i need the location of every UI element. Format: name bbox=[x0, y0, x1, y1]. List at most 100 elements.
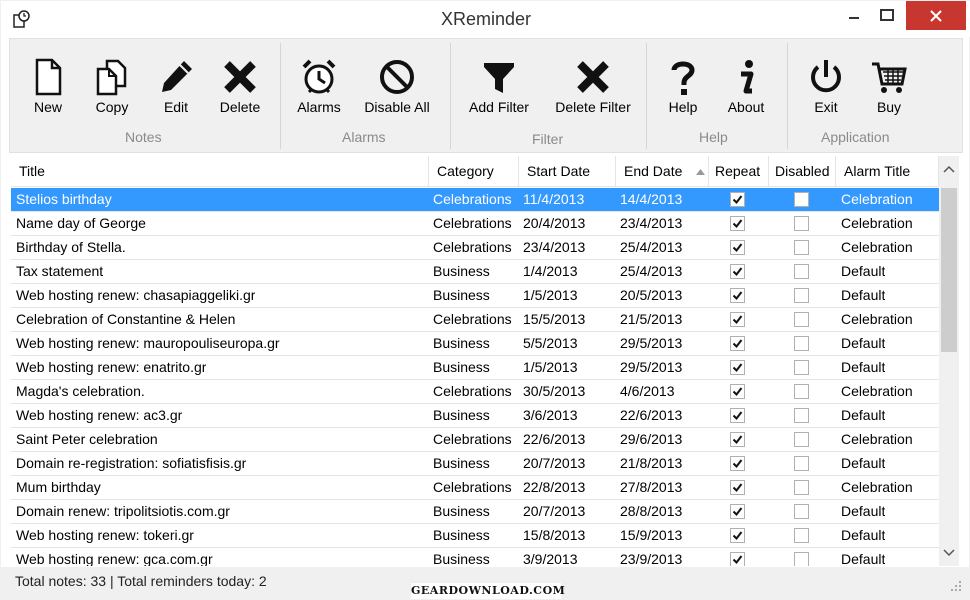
copy-button[interactable]: Copy bbox=[92, 57, 132, 115]
repeat-checkbox[interactable] bbox=[730, 264, 745, 279]
close-icon bbox=[930, 9, 942, 22]
repeat-checkbox[interactable] bbox=[730, 480, 745, 495]
disabled-checkbox[interactable] bbox=[794, 528, 809, 543]
alarms-button[interactable]: Alarms bbox=[294, 57, 344, 115]
table-row[interactable]: Mum birthday Celebrations 22/8/2013 27/8/20… bbox=[11, 476, 939, 500]
table-row[interactable]: Web hosting renew: enatrito.gr Business 1/… bbox=[11, 356, 939, 380]
cell-title: Magda's celebration. bbox=[16, 383, 145, 399]
notes-grid[interactable]: Title Category Start Date End Date Repea… bbox=[9, 156, 963, 566]
repeat-checkbox[interactable] bbox=[730, 216, 745, 231]
maximize-button[interactable] bbox=[871, 1, 903, 29]
add-filter-button[interactable]: Add Filter bbox=[466, 57, 532, 115]
column-header-category[interactable]: Category bbox=[429, 156, 519, 187]
new-button[interactable]: New bbox=[28, 57, 68, 115]
disabled-checkbox[interactable] bbox=[794, 432, 809, 447]
disabled-checkbox[interactable] bbox=[794, 408, 809, 423]
table-row[interactable]: Domain renew: tripolitsiotis.com.gr Busin… bbox=[11, 500, 939, 524]
table-row[interactable]: Name day of George Celebrations 20/4/2013 2… bbox=[11, 212, 939, 236]
repeat-checkbox[interactable] bbox=[730, 456, 745, 471]
table-row[interactable]: Web hosting renew: ac3.gr Business 3/6/201… bbox=[11, 404, 939, 428]
table-row[interactable]: Celebration of Constantine & Helen Celebr… bbox=[11, 308, 939, 332]
repeat-checkbox[interactable] bbox=[730, 312, 745, 327]
disabled-checkbox[interactable] bbox=[794, 288, 809, 303]
column-header-end-date[interactable]: End Date bbox=[616, 156, 709, 187]
table-row[interactable]: Saint Peter celebration Celebrations 22/6/… bbox=[11, 428, 939, 452]
edit-button[interactable]: Edit bbox=[156, 57, 196, 115]
disabled-checkbox[interactable] bbox=[794, 504, 809, 519]
cell-alarm: Celebration bbox=[841, 479, 913, 495]
checkmark-icon bbox=[732, 339, 743, 349]
table-row[interactable]: Web hosting renew: chasapiaggeliki.gr Bus… bbox=[11, 284, 939, 308]
repeat-checkbox[interactable] bbox=[730, 240, 745, 255]
disabled-checkbox[interactable] bbox=[794, 360, 809, 375]
cell-end: 29/6/2013 bbox=[620, 431, 683, 447]
minimize-button[interactable] bbox=[838, 1, 870, 29]
disabled-checkbox[interactable] bbox=[794, 384, 809, 399]
repeat-checkbox[interactable] bbox=[730, 288, 745, 303]
column-header-disabled[interactable]: Disabled bbox=[769, 156, 836, 187]
table-row[interactable]: Birthday of Stella. Celebrations 23/4/2013… bbox=[11, 236, 939, 260]
repeat-checkbox[interactable] bbox=[730, 504, 745, 519]
checkmark-icon bbox=[732, 459, 743, 469]
disabled-checkbox[interactable] bbox=[794, 336, 809, 351]
cell-category: Celebrations bbox=[433, 383, 512, 399]
checkmark-icon bbox=[732, 315, 743, 325]
repeat-checkbox[interactable] bbox=[730, 192, 745, 207]
column-header-alarm-title[interactable]: Alarm Title bbox=[836, 156, 939, 187]
disable-all-button[interactable]: Disable All bbox=[362, 57, 432, 115]
disabled-checkbox[interactable] bbox=[794, 216, 809, 231]
watermark: GEARDOWNLOAD.COM bbox=[411, 583, 566, 599]
column-header-start-date[interactable]: Start Date bbox=[519, 156, 616, 187]
disabled-checkbox[interactable] bbox=[794, 240, 809, 255]
table-row[interactable]: Stelios birthday Celebrations 11/4/2013 14/… bbox=[11, 188, 939, 212]
cell-end: 25/4/2013 bbox=[620, 263, 683, 279]
cell-start: 3/6/2013 bbox=[523, 407, 578, 423]
table-row[interactable]: Web hosting renew: gca.com.gr Business 3/9… bbox=[11, 548, 939, 566]
repeat-checkbox[interactable] bbox=[730, 528, 745, 543]
table-row[interactable]: Web hosting renew: tokeri.gr Business 15/8… bbox=[11, 524, 939, 548]
disabled-checkbox[interactable] bbox=[794, 312, 809, 327]
title-bar[interactable]: XReminder bbox=[1, 1, 970, 37]
cell-title: Web hosting renew: gca.com.gr bbox=[16, 551, 213, 566]
alarms-label: Alarms bbox=[297, 99, 341, 115]
checkmark-icon bbox=[732, 531, 743, 541]
repeat-checkbox[interactable] bbox=[730, 336, 745, 351]
table-row[interactable]: Domain re-registration: sofiatisfisis.gr… bbox=[11, 452, 939, 476]
disabled-checkbox[interactable] bbox=[794, 480, 809, 495]
disabled-checkbox[interactable] bbox=[794, 264, 809, 279]
repeat-checkbox[interactable] bbox=[730, 360, 745, 375]
resize-grip-icon[interactable] bbox=[949, 579, 963, 593]
disabled-checkbox[interactable] bbox=[794, 192, 809, 207]
group-label-help: Help bbox=[699, 129, 728, 145]
delete-filter-button[interactable]: Delete Filter bbox=[552, 57, 634, 115]
repeat-checkbox[interactable] bbox=[730, 552, 745, 566]
about-button[interactable]: About bbox=[724, 57, 768, 115]
column-header-repeat[interactable]: Repeat bbox=[709, 156, 769, 187]
cell-end: 15/9/2013 bbox=[620, 527, 683, 543]
table-row[interactable]: Web hosting renew: mauropouliseuropa.gr B… bbox=[11, 332, 939, 356]
table-row[interactable]: Tax statement Business 1/4/2013 25/4/2013 De… bbox=[11, 260, 939, 284]
maximize-icon bbox=[880, 9, 894, 21]
cell-end: 21/8/2013 bbox=[620, 455, 683, 471]
cell-alarm: Default bbox=[841, 407, 886, 423]
exit-button[interactable]: Exit bbox=[806, 57, 846, 115]
cell-category: Celebrations bbox=[433, 431, 512, 447]
group-label-filter: Filter bbox=[532, 131, 564, 147]
toolbar-ribbon: New Copy Edit Delete Notes Alarms Disabl… bbox=[9, 38, 963, 153]
vertical-scrollbar[interactable] bbox=[939, 156, 959, 566]
help-button[interactable]: Help bbox=[663, 57, 703, 115]
cell-alarm: Celebration bbox=[841, 383, 913, 399]
scrollbar-thumb[interactable] bbox=[941, 188, 957, 352]
repeat-checkbox[interactable] bbox=[730, 384, 745, 399]
repeat-checkbox[interactable] bbox=[730, 432, 745, 447]
cell-start: 20/4/2013 bbox=[523, 215, 586, 231]
repeat-checkbox[interactable] bbox=[730, 408, 745, 423]
disabled-checkbox[interactable] bbox=[794, 552, 809, 566]
table-row[interactable]: Magda's celebration. Celebrations 30/5/201… bbox=[11, 380, 939, 404]
cell-end: 28/8/2013 bbox=[620, 503, 683, 519]
buy-button[interactable]: Buy bbox=[869, 57, 909, 115]
disabled-checkbox[interactable] bbox=[794, 456, 809, 471]
delete-button[interactable]: Delete bbox=[215, 57, 265, 115]
close-button[interactable] bbox=[906, 1, 966, 30]
column-header-title[interactable]: Title bbox=[11, 156, 429, 187]
